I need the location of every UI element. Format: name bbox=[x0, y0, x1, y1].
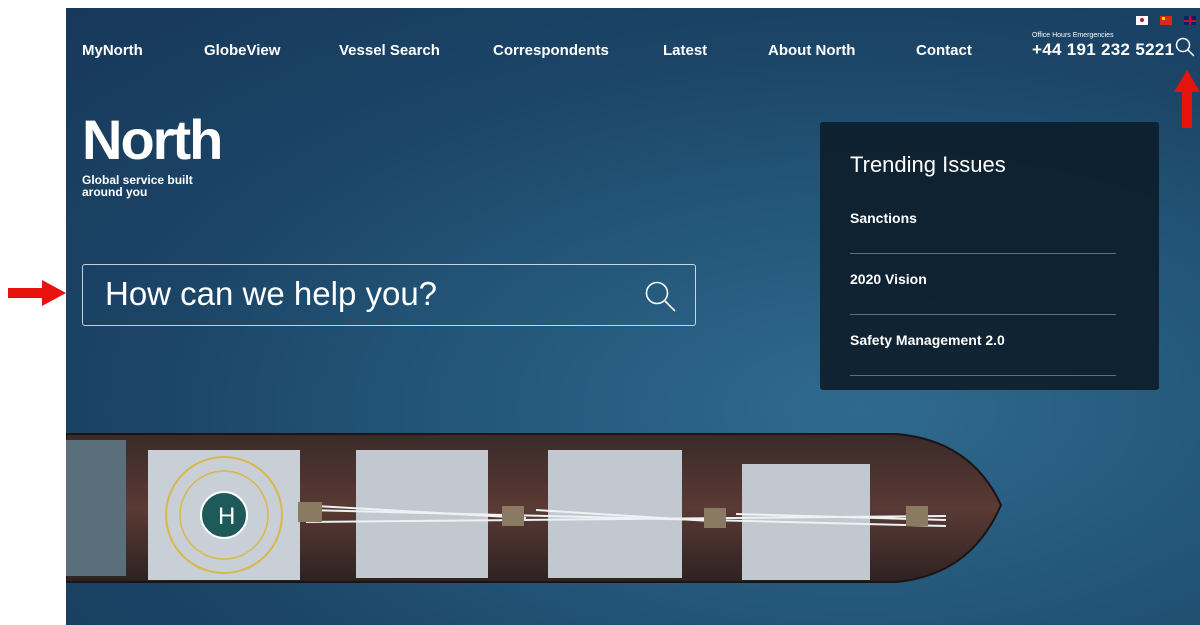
help-search-placeholder[interactable]: How can we help you? bbox=[105, 275, 437, 313]
trending-item-2020-vision[interactable]: 2020 Vision bbox=[850, 253, 1116, 315]
annotation-arrow-right bbox=[8, 280, 66, 306]
trending-issues-title: Trending Issues bbox=[850, 152, 1006, 177]
search-icon[interactable] bbox=[1174, 36, 1196, 58]
hero-banner: H MyNorth GlobeView Vessel Search Corres… bbox=[66, 8, 1200, 625]
emergency-phone-label: Office Hours Emergencies bbox=[1032, 32, 1114, 39]
trending-issues-panel: Trending Issues Sanctions 2020 Vision Sa… bbox=[820, 122, 1159, 390]
top-navigation: MyNorth GlobeView Vessel Search Correspo… bbox=[66, 8, 1200, 88]
china-flag-icon[interactable] bbox=[1160, 16, 1172, 25]
uk-flag-icon[interactable] bbox=[1184, 16, 1196, 25]
japan-flag-icon[interactable] bbox=[1136, 16, 1148, 25]
trending-item-label: Sanctions bbox=[850, 210, 917, 226]
cargo-ship-image: H bbox=[66, 433, 1003, 583]
trending-item-label: 2020 Vision bbox=[850, 271, 927, 287]
search-icon[interactable] bbox=[643, 279, 677, 313]
nav-globeview[interactable]: GlobeView bbox=[204, 42, 280, 59]
svg-text:H: H bbox=[218, 503, 235, 530]
north-logo[interactable]: North Global service built around you bbox=[82, 108, 223, 199]
logo-wordmark: North bbox=[82, 108, 223, 171]
trending-item-safety-management[interactable]: Safety Management 2.0 bbox=[850, 314, 1116, 376]
trending-item-sanctions[interactable]: Sanctions bbox=[850, 192, 1116, 254]
emergency-phone-number[interactable]: +44 191 232 5221 bbox=[1032, 40, 1174, 60]
nav-contact[interactable]: Contact bbox=[916, 42, 972, 59]
nav-mynorth[interactable]: MyNorth bbox=[82, 42, 143, 59]
annotation-arrow-up bbox=[1174, 70, 1200, 128]
help-search-box[interactable]: How can we help you? bbox=[82, 264, 696, 326]
nav-vessel-search[interactable]: Vessel Search bbox=[339, 42, 440, 59]
logo-tagline: Global service built around you bbox=[82, 173, 193, 199]
trending-item-label: Safety Management 2.0 bbox=[850, 332, 1005, 348]
nav-correspondents[interactable]: Correspondents bbox=[493, 42, 609, 59]
nav-latest[interactable]: Latest bbox=[663, 42, 707, 59]
nav-about-north[interactable]: About North bbox=[768, 42, 855, 59]
